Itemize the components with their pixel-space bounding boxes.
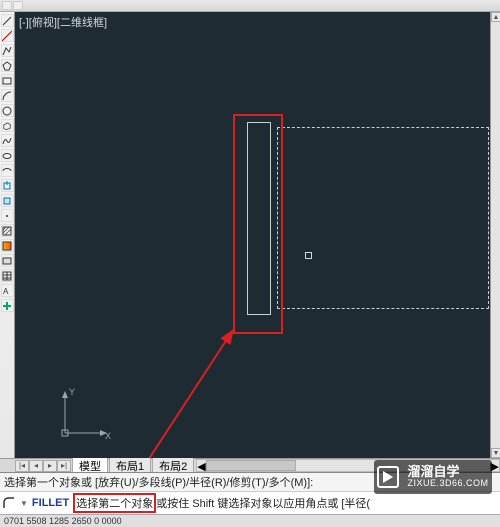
fillet-icon: [2, 496, 16, 510]
region-tool-icon[interactable]: [1, 254, 14, 267]
insert-block-icon[interactable]: [1, 179, 14, 192]
add-selected-icon[interactable]: [1, 299, 14, 312]
tab-nav-prev-icon[interactable]: ◂: [29, 460, 43, 472]
play-icon: [377, 466, 399, 488]
panel-stub[interactable]: [2, 1, 12, 10]
annotation-prompt-highlight: 选择第二个对象: [73, 493, 156, 513]
hatch-tool-icon[interactable]: [1, 224, 14, 237]
solid-rectangle-object: [247, 122, 271, 315]
rectangle-tool-icon[interactable]: [1, 74, 14, 87]
mtext-tool-icon[interactable]: A: [1, 284, 14, 297]
command-name: FILLET: [32, 497, 69, 509]
polygon-tool-icon[interactable]: [1, 59, 14, 72]
scroll-track[interactable]: [491, 22, 500, 448]
scroll-thumb[interactable]: [206, 460, 297, 471]
scroll-left-icon[interactable]: ◀: [197, 460, 205, 471]
command-input-line[interactable]: ▼ FILLET 选择第二个对象或按住 Shift 键选择对象以应用角点或 [半…: [0, 491, 500, 514]
status-bar: 0701 5508 1285 2650 0 0000: [0, 514, 500, 526]
drawing-canvas[interactable]: [-][俯视][二维线框]: [15, 12, 490, 458]
panel-stub[interactable]: [13, 1, 23, 10]
cad-app-window: A [-][俯视][二维线框]: [0, 0, 500, 526]
svg-text:A: A: [3, 287, 9, 296]
scroll-up-icon[interactable]: ▲: [491, 12, 500, 22]
dashed-rectangle-object: [277, 127, 489, 309]
ellipse-tool-icon[interactable]: [1, 149, 14, 162]
ucs-x-label: X: [105, 431, 111, 441]
spline-tool-icon[interactable]: [1, 134, 14, 147]
watermark-badge: 溜溜自学 ZIXUE.3D66.COM: [374, 460, 492, 494]
main-row: A [-][俯视][二维线框]: [0, 12, 500, 458]
layout-tabs: |◂ ◂ ▸ ▸| 模型 布局1 布局2: [0, 459, 194, 472]
table-tool-icon[interactable]: [1, 269, 14, 282]
watermark-title: 溜溜自学: [407, 465, 488, 479]
tab-nav-next-icon[interactable]: ▸: [43, 460, 57, 472]
polyline-tool-icon[interactable]: [1, 44, 14, 57]
construction-line-icon[interactable]: [1, 29, 14, 42]
dropdown-icon[interactable]: ▼: [20, 499, 28, 508]
ucs-y-label: Y: [69, 387, 75, 397]
command-prompt: 选择第二个对象或按住 Shift 键选择对象以应用角点或 [半径(: [73, 493, 498, 513]
tab-nav-first-icon[interactable]: |◂: [15, 460, 29, 472]
scroll-down-icon[interactable]: ▼: [491, 448, 500, 458]
vertical-scrollbar[interactable]: ▲ ▼: [490, 12, 500, 458]
tab-nav-last-icon[interactable]: ▸|: [57, 460, 71, 472]
pick-box-cursor: [305, 252, 312, 259]
line-tool-icon[interactable]: [1, 14, 14, 27]
layer-panel-strip: [0, 0, 500, 12]
make-block-icon[interactable]: [1, 194, 14, 207]
viewport-label[interactable]: [-][俯视][二维线框]: [19, 14, 107, 30]
watermark-url: ZIXUE.3D66.COM: [407, 479, 488, 489]
command-prompt-rest: 或按住 Shift 键选择对象以应用角点或 [半径(: [156, 498, 370, 510]
circle-tool-icon[interactable]: [1, 104, 14, 117]
ellipse-arc-tool-icon[interactable]: [1, 164, 14, 177]
arc-tool-icon[interactable]: [1, 89, 14, 102]
revision-cloud-icon[interactable]: [1, 119, 14, 132]
draw-toolbar: A: [0, 12, 15, 458]
ucs-icon: X Y: [55, 383, 115, 443]
gradient-tool-icon[interactable]: [1, 239, 14, 252]
point-tool-icon[interactable]: [1, 209, 14, 222]
